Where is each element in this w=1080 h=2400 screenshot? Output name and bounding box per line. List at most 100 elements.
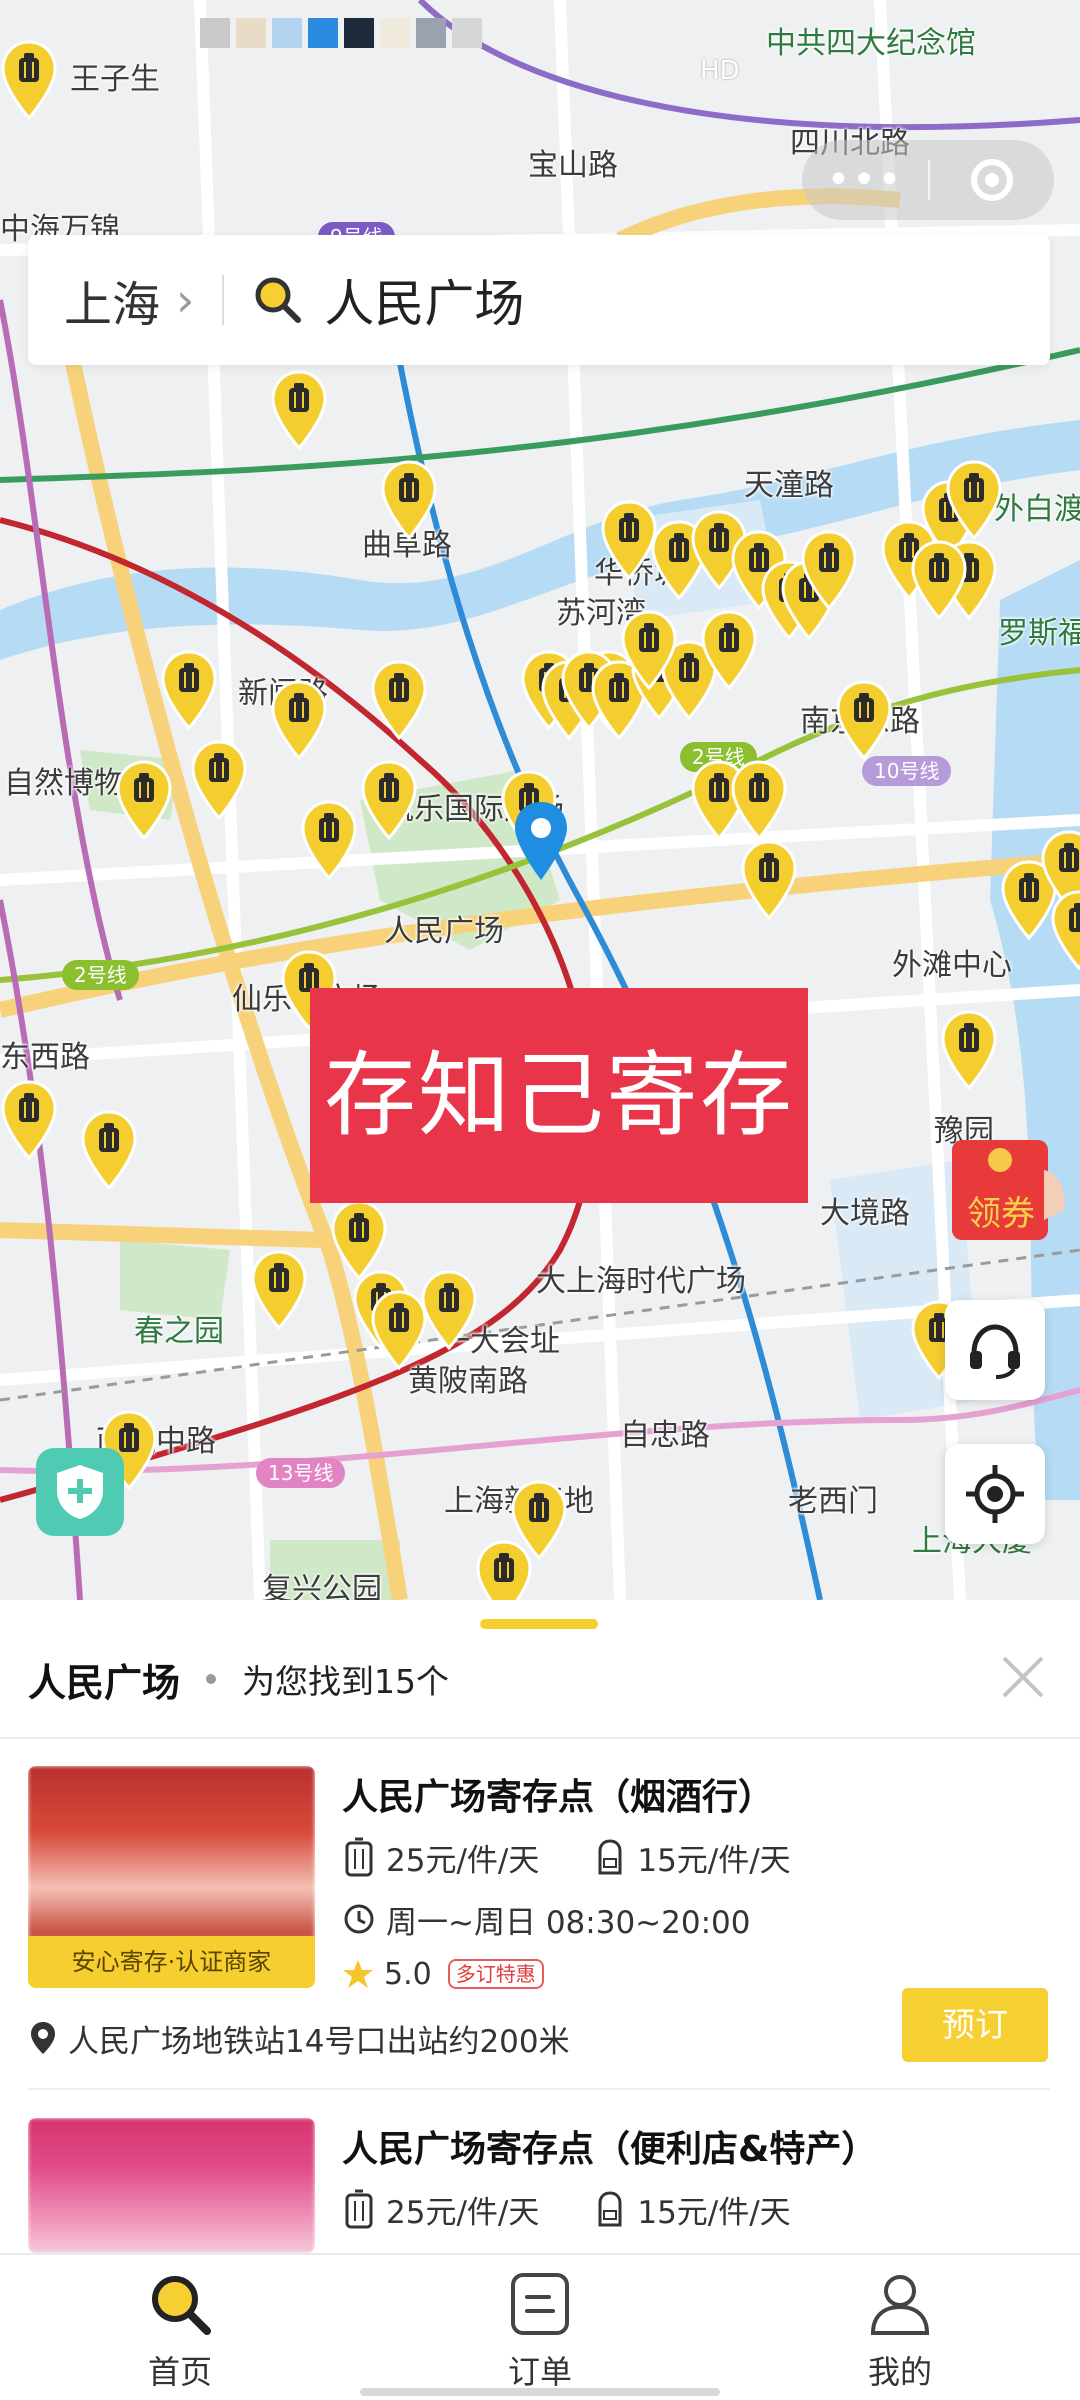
luggage-pin-icon[interactable] [80,1110,138,1190]
close-icon[interactable] [996,1650,1050,1704]
luggage-pin-icon[interactable] [0,1080,58,1160]
price-large: 25元/件/天 [386,2194,540,2231]
luggage-pin-icon[interactable] [835,680,893,760]
customer-service-button[interactable] [945,1300,1045,1400]
luggage-pin-icon[interactable] [620,610,678,690]
status-bar [200,18,640,88]
hours-row: 周一~周日 08:30~20:00 [342,1896,750,1942]
map-label: 复兴公园 [262,1572,382,1600]
locate-me-button[interactable] [945,1444,1045,1544]
metro-line-badge: 10号线 [862,756,952,786]
price-small: 15元/件/天 [637,2194,791,2231]
backpack-icon [593,1836,627,1878]
results-header: 人民广场 为您找到15个 [28,1648,449,1710]
luggage-large-icon [342,1836,376,1878]
price-large: 25元/件/天 [386,1842,540,1879]
store-photo[interactable] [28,2118,315,2253]
order-icon [511,2273,569,2335]
map-label: 宝山路 [528,148,618,183]
luggage-pin-icon[interactable] [190,740,248,820]
tab-label: 我的 [867,2353,932,2391]
map-label: 外白渡 [994,492,1080,527]
map-label: 大上海时代广场 [536,1264,746,1299]
clock-icon [342,1898,376,1940]
city-selector[interactable]: 上海 [28,265,160,335]
luggage-pin-icon[interactable] [380,460,438,540]
chevron-right-icon: › [176,273,195,327]
luggage-pin-icon[interactable] [740,840,798,920]
luggage-pin-icon[interactable] [370,1290,428,1370]
metro-line-badge: 2号线 [62,960,139,990]
price-row: 25元/件/天 15元/件/天 [342,1834,791,1880]
luggage-pin-icon[interactable] [270,680,328,760]
star-icon [343,1960,373,1988]
headset-icon [970,1324,1020,1379]
luggage-pin-icon[interactable] [300,800,358,880]
safety-shield-button[interactable] [36,1448,124,1536]
tab-orders[interactable]: 订单 [440,2269,640,2393]
luggage-pin-icon[interactable] [160,650,218,730]
luggage-pin-icon[interactable] [0,40,58,120]
price-small: 15元/件/天 [637,1842,791,1879]
tab-label: 首页 [147,2353,212,2391]
tab-home[interactable]: 首页 [80,2269,280,2393]
search-query[interactable]: 人民广场 [324,264,524,336]
close-miniapp-icon[interactable] [930,159,1054,201]
backpack-icon [593,2188,627,2230]
tab-label: 订单 [507,2353,572,2391]
luggage-pin-icon[interactable] [910,540,968,620]
map-label: 东西路 [0,1040,90,1075]
map-label: 大境路 [820,1196,910,1231]
results-count: 为您找到15个 [242,1662,450,1701]
miniapp-capsule[interactable]: ••• [802,140,1054,220]
store-title[interactable]: 人民广场寄存点（烟酒行） [342,1768,774,1820]
luggage-pin-icon[interactable] [475,1540,533,1600]
map-view[interactable]: 王子生 宝山路 中共四大纪念馆 四川北路 中海万锦 天潼路 外白渡 曲阜路 华侨… [0,0,1080,1600]
shield-icon [57,1465,103,1519]
rating-score: 5.0 [384,1956,432,1992]
crosshair-icon [966,1465,1024,1523]
book-button[interactable]: 预订 [902,1988,1048,2062]
map-label: 罗斯福 [998,616,1080,651]
map-marker-icon [31,2022,55,2054]
luggage-pin-icon[interactable] [250,1250,308,1330]
luggage-pin-icon[interactable] [945,460,1003,540]
luggage-pin-icon[interactable] [115,760,173,840]
search-bar[interactable]: 上海 › 人民广场 [28,235,1050,365]
store-title[interactable]: 人民广场寄存点（便利店&特产） [342,2120,877,2172]
luggage-pin-icon[interactable] [330,1200,388,1280]
store-address: 人民广场地铁站14号口出站约200米 [68,2023,570,2060]
map-label: 人民广场 [384,914,504,949]
network-speed: HD [700,56,740,86]
luggage-pin-icon[interactable] [360,760,418,840]
map-label: 中共四大纪念馆 [766,26,976,61]
tab-profile[interactable]: 我的 [800,2269,1000,2393]
map-label: 天潼路 [744,468,834,503]
opening-hours: 周一~周日 08:30~20:00 [386,1904,751,1941]
luggage-pin-icon[interactable] [700,610,758,690]
sheet-drag-handle[interactable] [480,1619,598,1629]
coupon-label: 领券 [967,1194,1035,1234]
store-photo[interactable]: 安心寄存·认证商家 [28,1766,315,1988]
luggage-pin-icon[interactable] [270,370,328,450]
bottom-tab-bar: 首页 订单 我的 [0,2253,1080,2400]
luggage-pin-icon[interactable] [730,760,788,840]
map-label: 王子生 [70,62,160,97]
luggage-pin-icon[interactable] [940,1010,998,1090]
brand-watermark: 存知己寄存 [310,988,808,1203]
search-icon [255,277,302,323]
map-label: 外滩中心 [892,948,1012,983]
luggage-pin-icon[interactable] [800,530,858,610]
coupon-button[interactable]: 领券 [948,1130,1068,1250]
luggage-pin-icon[interactable] [370,660,428,740]
map-label: 老西门 [788,1484,878,1519]
luggage-pin-icon[interactable] [1050,890,1080,970]
map-label: 自忠路 [620,1418,710,1453]
metro-line-badge: 13号线 [256,1458,346,1488]
address-row: 人民广场地铁站14号口出站约200米 [28,2016,570,2060]
rating-row: 5.0 多订特惠 [342,1952,544,1996]
results-place: 人民广场 [28,1660,181,1705]
more-icon[interactable]: ••• [802,150,928,210]
home-indicator [360,2388,720,2396]
luggage-pin-icon[interactable] [420,1270,478,1350]
